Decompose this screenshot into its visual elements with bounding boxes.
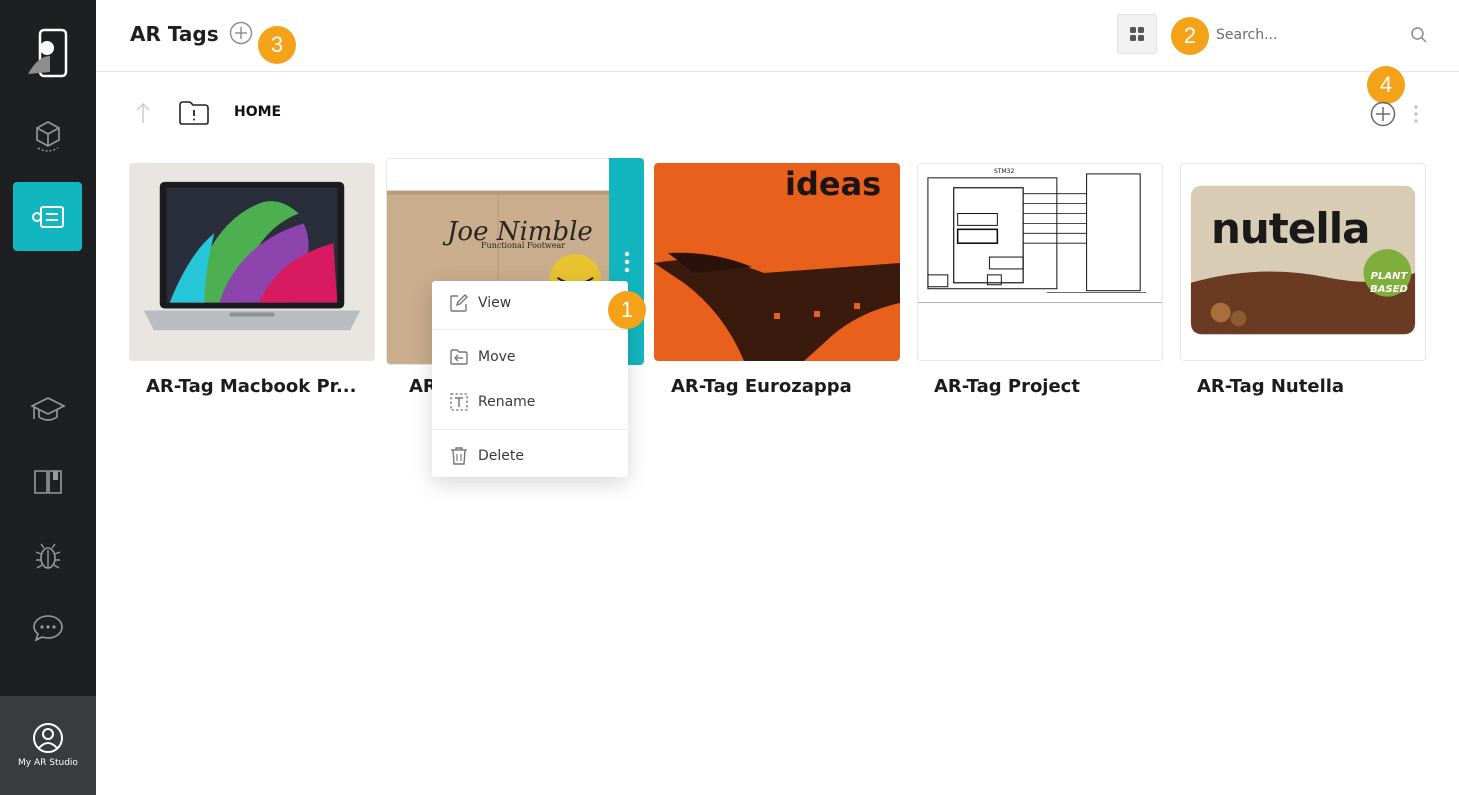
phone-logo-icon[interactable] xyxy=(24,26,72,80)
chat-bubble-icon xyxy=(32,614,63,642)
card-title-eurozappa[interactable]: AR-Tag Eurozappa xyxy=(671,376,852,397)
bug-icon xyxy=(35,543,60,569)
search-input[interactable] xyxy=(1216,22,1406,48)
card-title-project[interactable]: AR-Tag Project xyxy=(934,376,1080,397)
sidebar-item-academy[interactable] xyxy=(13,375,82,444)
grid-view-toggle[interactable] xyxy=(1117,14,1157,54)
edit-icon xyxy=(450,294,468,312)
card-context-menu: View Move Rename Delete xyxy=(432,281,628,477)
sidebar-item-bug-report[interactable] xyxy=(13,521,82,590)
card-thumbnail xyxy=(130,164,374,360)
page-title: AR Tags xyxy=(130,22,219,46)
menu-label-view: View xyxy=(478,295,512,311)
search-box xyxy=(1214,20,1430,50)
card-thumbnail xyxy=(918,164,1162,360)
card-thumbnail xyxy=(1181,164,1425,360)
up-arrow-icon[interactable] xyxy=(134,101,152,125)
folder-icon[interactable] xyxy=(178,100,210,126)
callout-badge-3: 3 xyxy=(258,26,296,64)
user-avatar-icon[interactable] xyxy=(32,722,64,754)
card-ideas-text: ideas xyxy=(785,165,882,203)
search-icon[interactable] xyxy=(1410,26,1428,44)
sidebar-item-ar-objects[interactable] xyxy=(13,102,82,171)
sidebar-item-feedback[interactable] xyxy=(13,593,82,662)
graduation-cap-icon xyxy=(29,396,66,421)
card-brand-subtext: Functional Footwear xyxy=(481,241,566,250)
menu-item-move[interactable]: Move xyxy=(432,335,628,379)
menu-label-rename: Rename xyxy=(478,394,536,410)
tag-card-macbook[interactable] xyxy=(129,163,375,361)
menu-item-rename[interactable]: Rename xyxy=(432,380,628,424)
callout-badge-2: 2 xyxy=(1171,17,1209,55)
book-icon xyxy=(33,469,62,494)
tag-card-eurozappa[interactable]: ideas xyxy=(654,163,900,361)
card-more-icon[interactable] xyxy=(622,250,632,274)
card-stm32-text: STM32 xyxy=(994,168,1015,175)
sidebar: My AR Studio xyxy=(0,0,96,795)
profile-label[interactable]: My AR Studio xyxy=(0,758,96,768)
card-plant-based-badge: PLANT BASED xyxy=(1367,270,1411,296)
plant-label: PLANT xyxy=(1370,271,1408,282)
sidebar-item-docs[interactable] xyxy=(13,447,82,516)
menu-divider xyxy=(432,329,628,330)
add-tag-icon[interactable] xyxy=(1370,101,1396,127)
menu-item-view[interactable]: View xyxy=(432,281,628,325)
grid-icon xyxy=(1130,27,1144,41)
callout-badge-1: 1 xyxy=(608,291,646,329)
tag-card-project[interactable]: STM32 xyxy=(917,163,1163,361)
sidebar-item-ar-tags[interactable] xyxy=(13,182,82,251)
based-label: BASED xyxy=(1370,284,1408,295)
card-title-macbook[interactable]: AR-Tag Macbook Pr... xyxy=(146,376,356,397)
menu-label-delete: Delete xyxy=(478,448,524,464)
menu-label-move: Move xyxy=(478,349,516,365)
more-vertical-icon[interactable] xyxy=(1410,104,1422,124)
header: AR Tags 3 2 xyxy=(96,0,1459,72)
rename-text-icon xyxy=(450,393,468,411)
tag-card-nutella[interactable]: nutella PLANT BASED xyxy=(1180,163,1426,361)
nutella-wordmark: nutella xyxy=(1211,204,1370,253)
ar-cube-icon xyxy=(35,120,60,152)
ar-tag-icon xyxy=(31,205,64,228)
card-nutella-text: nutella xyxy=(1211,204,1370,253)
callout-badge-4: 4 xyxy=(1367,66,1405,104)
card-title-nutella[interactable]: AR-Tag Nutella xyxy=(1197,376,1344,397)
move-folder-icon xyxy=(450,349,468,365)
breadcrumb[interactable]: HOME xyxy=(234,104,281,120)
menu-item-delete[interactable]: Delete xyxy=(432,434,628,478)
trash-icon xyxy=(451,447,467,465)
menu-divider xyxy=(432,429,628,430)
add-circle-icon[interactable] xyxy=(229,21,253,45)
